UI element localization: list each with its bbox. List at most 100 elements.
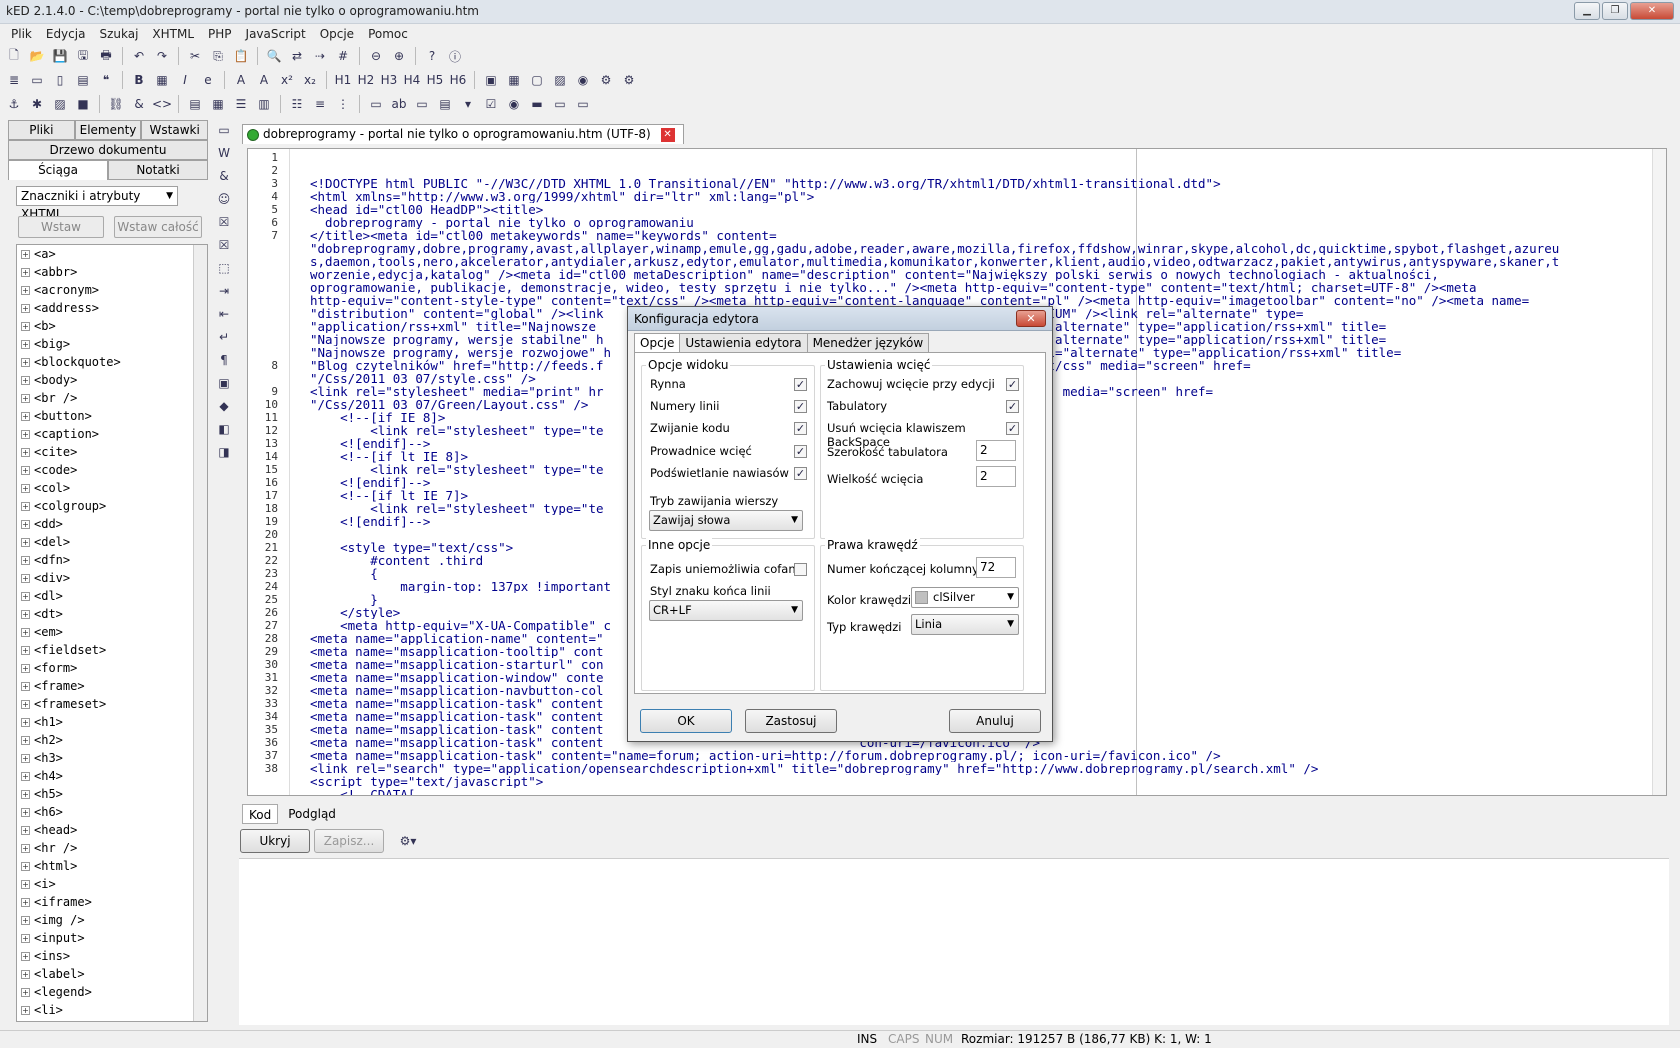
expand-icon[interactable]: + bbox=[21, 502, 30, 511]
comment-icon[interactable]: ▣ bbox=[214, 373, 234, 393]
open-file-icon[interactable]: 📂 bbox=[27, 46, 47, 66]
tab-notatki[interactable]: Notatki bbox=[108, 160, 208, 180]
tag-icon[interactable]: <> bbox=[152, 94, 172, 114]
row-insert-icon[interactable]: ☰ bbox=[231, 94, 251, 114]
expand-icon[interactable]: + bbox=[21, 646, 30, 655]
save-icon[interactable]: 💾 bbox=[50, 46, 70, 66]
tag-list-item[interactable]: + <cite> bbox=[17, 443, 207, 461]
superscript-icon[interactable]: x² bbox=[277, 70, 297, 90]
tag-list-item[interactable]: + <code> bbox=[17, 461, 207, 479]
tag-list-item[interactable]: + <h4> bbox=[17, 767, 207, 785]
opt-indent-guides-checkbox[interactable]: ✓ bbox=[794, 445, 807, 458]
expand-icon[interactable]: + bbox=[21, 394, 30, 403]
tag-list-item[interactable]: + <dt> bbox=[17, 605, 207, 623]
bookmark-icon[interactable]: ◆ bbox=[214, 396, 234, 416]
tag-list-item[interactable]: + <h2> bbox=[17, 731, 207, 749]
expand-icon[interactable]: + bbox=[21, 412, 30, 421]
tab-width-input[interactable]: 2 bbox=[976, 440, 1016, 461]
opt-backspace-unindent-checkbox[interactable]: ✓ bbox=[1006, 422, 1019, 435]
tag-list-item[interactable]: + <colgroup> bbox=[17, 497, 207, 515]
eol-style-select[interactable]: CR+LF ▼ bbox=[649, 600, 803, 621]
menu-edycja[interactable]: Edycja bbox=[39, 24, 93, 44]
maximize-button[interactable]: ❐ bbox=[1602, 2, 1628, 20]
cancel-button[interactable]: Anuluj bbox=[949, 709, 1041, 733]
tag-list-item[interactable]: + <h6> bbox=[17, 803, 207, 821]
button-icon[interactable]: ▬ bbox=[527, 94, 547, 114]
close-button[interactable]: ✕ bbox=[1630, 2, 1674, 20]
tag-list-item[interactable]: + <caption> bbox=[17, 425, 207, 443]
expand-icon[interactable]: + bbox=[21, 916, 30, 925]
expand-icon[interactable]: + bbox=[21, 304, 30, 313]
opt-line-numbers-checkbox[interactable]: ✓ bbox=[794, 400, 807, 413]
ok-button[interactable]: OK bbox=[640, 709, 732, 733]
table-insert-icon[interactable]: ▦ bbox=[208, 94, 228, 114]
opt-keep-indent-checkbox[interactable]: ✓ bbox=[1006, 378, 1019, 391]
input-icon[interactable]: ▭ bbox=[412, 94, 432, 114]
image-icon[interactable]: ▨ bbox=[550, 70, 570, 90]
expand-icon[interactable]: + bbox=[21, 340, 30, 349]
tag-list-item[interactable]: + <h5> bbox=[17, 785, 207, 803]
expand-icon[interactable]: + bbox=[21, 682, 30, 691]
tab-pliki[interactable]: Pliki bbox=[8, 120, 75, 140]
pilcrow-icon[interactable]: ¶ bbox=[214, 350, 234, 370]
expand-icon[interactable]: + bbox=[21, 700, 30, 709]
outdent-icon[interactable]: ⇤ bbox=[214, 304, 234, 324]
paragraph-icon[interactable]: ≣ bbox=[4, 70, 24, 90]
expand-icon[interactable]: + bbox=[21, 448, 30, 457]
tag-list-item[interactable]: + <button> bbox=[17, 407, 207, 425]
expand-icon[interactable]: + bbox=[21, 934, 30, 943]
checkbox-icon[interactable]: ☑ bbox=[481, 94, 501, 114]
dialog-close-icon[interactable]: ✕ bbox=[1016, 310, 1046, 327]
tag-list-item[interactable]: + <body> bbox=[17, 371, 207, 389]
expand-icon[interactable]: + bbox=[21, 718, 30, 727]
list-ol-icon[interactable]: ≡ bbox=[310, 94, 330, 114]
label-icon[interactable]: ab bbox=[389, 94, 409, 114]
expand-icon[interactable]: + bbox=[21, 844, 30, 853]
insert-button[interactable]: Wstaw bbox=[18, 216, 104, 238]
select-icon[interactable]: ▾ bbox=[458, 94, 478, 114]
entity-icon[interactable]: & bbox=[129, 94, 149, 114]
block-select-icon[interactable]: ⬚ bbox=[214, 258, 234, 278]
bold-icon[interactable]: B bbox=[129, 70, 149, 90]
radio-icon[interactable]: ◉ bbox=[504, 94, 524, 114]
column-insert-icon[interactable]: ▥ bbox=[254, 94, 274, 114]
wrap-mode-select[interactable]: Zawijaj słowa ▼ bbox=[649, 510, 803, 531]
w3c-icon[interactable]: W bbox=[214, 143, 234, 163]
tag-list-item[interactable]: + <h3> bbox=[17, 749, 207, 767]
insert-all-button[interactable]: Wstaw całość bbox=[114, 216, 202, 238]
indent-icon[interactable]: ⇥ bbox=[214, 281, 234, 301]
tag-list-item[interactable]: + <i> bbox=[17, 875, 207, 893]
menu-php[interactable]: PHP bbox=[201, 24, 239, 44]
anchor-icon[interactable]: ⚓ bbox=[4, 94, 24, 114]
tab-kod[interactable]: Kod bbox=[242, 804, 279, 824]
settings-icon[interactable]: ⚙ bbox=[619, 70, 639, 90]
hidden-icon[interactable]: ▭ bbox=[550, 94, 570, 114]
link-icon[interactable]: ⛓ bbox=[106, 94, 126, 114]
redo-icon[interactable]: ↷ bbox=[152, 46, 172, 66]
tag-list-item[interactable]: + <em> bbox=[17, 623, 207, 641]
tag-list-item[interactable]: + <abbr> bbox=[17, 263, 207, 281]
tab-sciaga[interactable]: Ściąga bbox=[8, 160, 108, 180]
expand-icon[interactable]: + bbox=[21, 808, 30, 817]
abbr-icon[interactable]: ▭ bbox=[27, 70, 47, 90]
expand-icon[interactable]: + bbox=[21, 592, 30, 601]
special-char-icon[interactable]: ✱ bbox=[27, 94, 47, 114]
opt-brace-highlight-checkbox[interactable]: ✓ bbox=[794, 467, 807, 480]
expand-icon[interactable]: + bbox=[21, 862, 30, 871]
tag-list-item[interactable]: + <frame> bbox=[17, 677, 207, 695]
hide-button[interactable]: Ukryj bbox=[240, 829, 310, 853]
find-next-icon[interactable]: ⇢ bbox=[310, 46, 330, 66]
expand-icon[interactable]: + bbox=[21, 736, 30, 745]
document-tab[interactable]: dobreprogramy - portal nie tylko o oprog… bbox=[242, 124, 684, 144]
subscript-icon[interactable]: x₂ bbox=[300, 70, 320, 90]
image-insert-icon[interactable]: ▨ bbox=[50, 94, 70, 114]
textarea-icon[interactable]: ▤ bbox=[435, 94, 455, 114]
expand-icon[interactable]: + bbox=[21, 430, 30, 439]
tag-list-item[interactable]: + <fieldset> bbox=[17, 641, 207, 659]
tag-list-item[interactable]: + <label> bbox=[17, 965, 207, 983]
opt-undo-checkbox[interactable] bbox=[794, 563, 807, 576]
tag-list-item[interactable]: + <a> bbox=[17, 245, 207, 263]
tag-list-item[interactable]: + <div> bbox=[17, 569, 207, 587]
tab-menedzer-jezykow[interactable]: Menedżer języków bbox=[806, 333, 930, 353]
tab-opcje[interactable]: Opcje bbox=[634, 333, 681, 353]
